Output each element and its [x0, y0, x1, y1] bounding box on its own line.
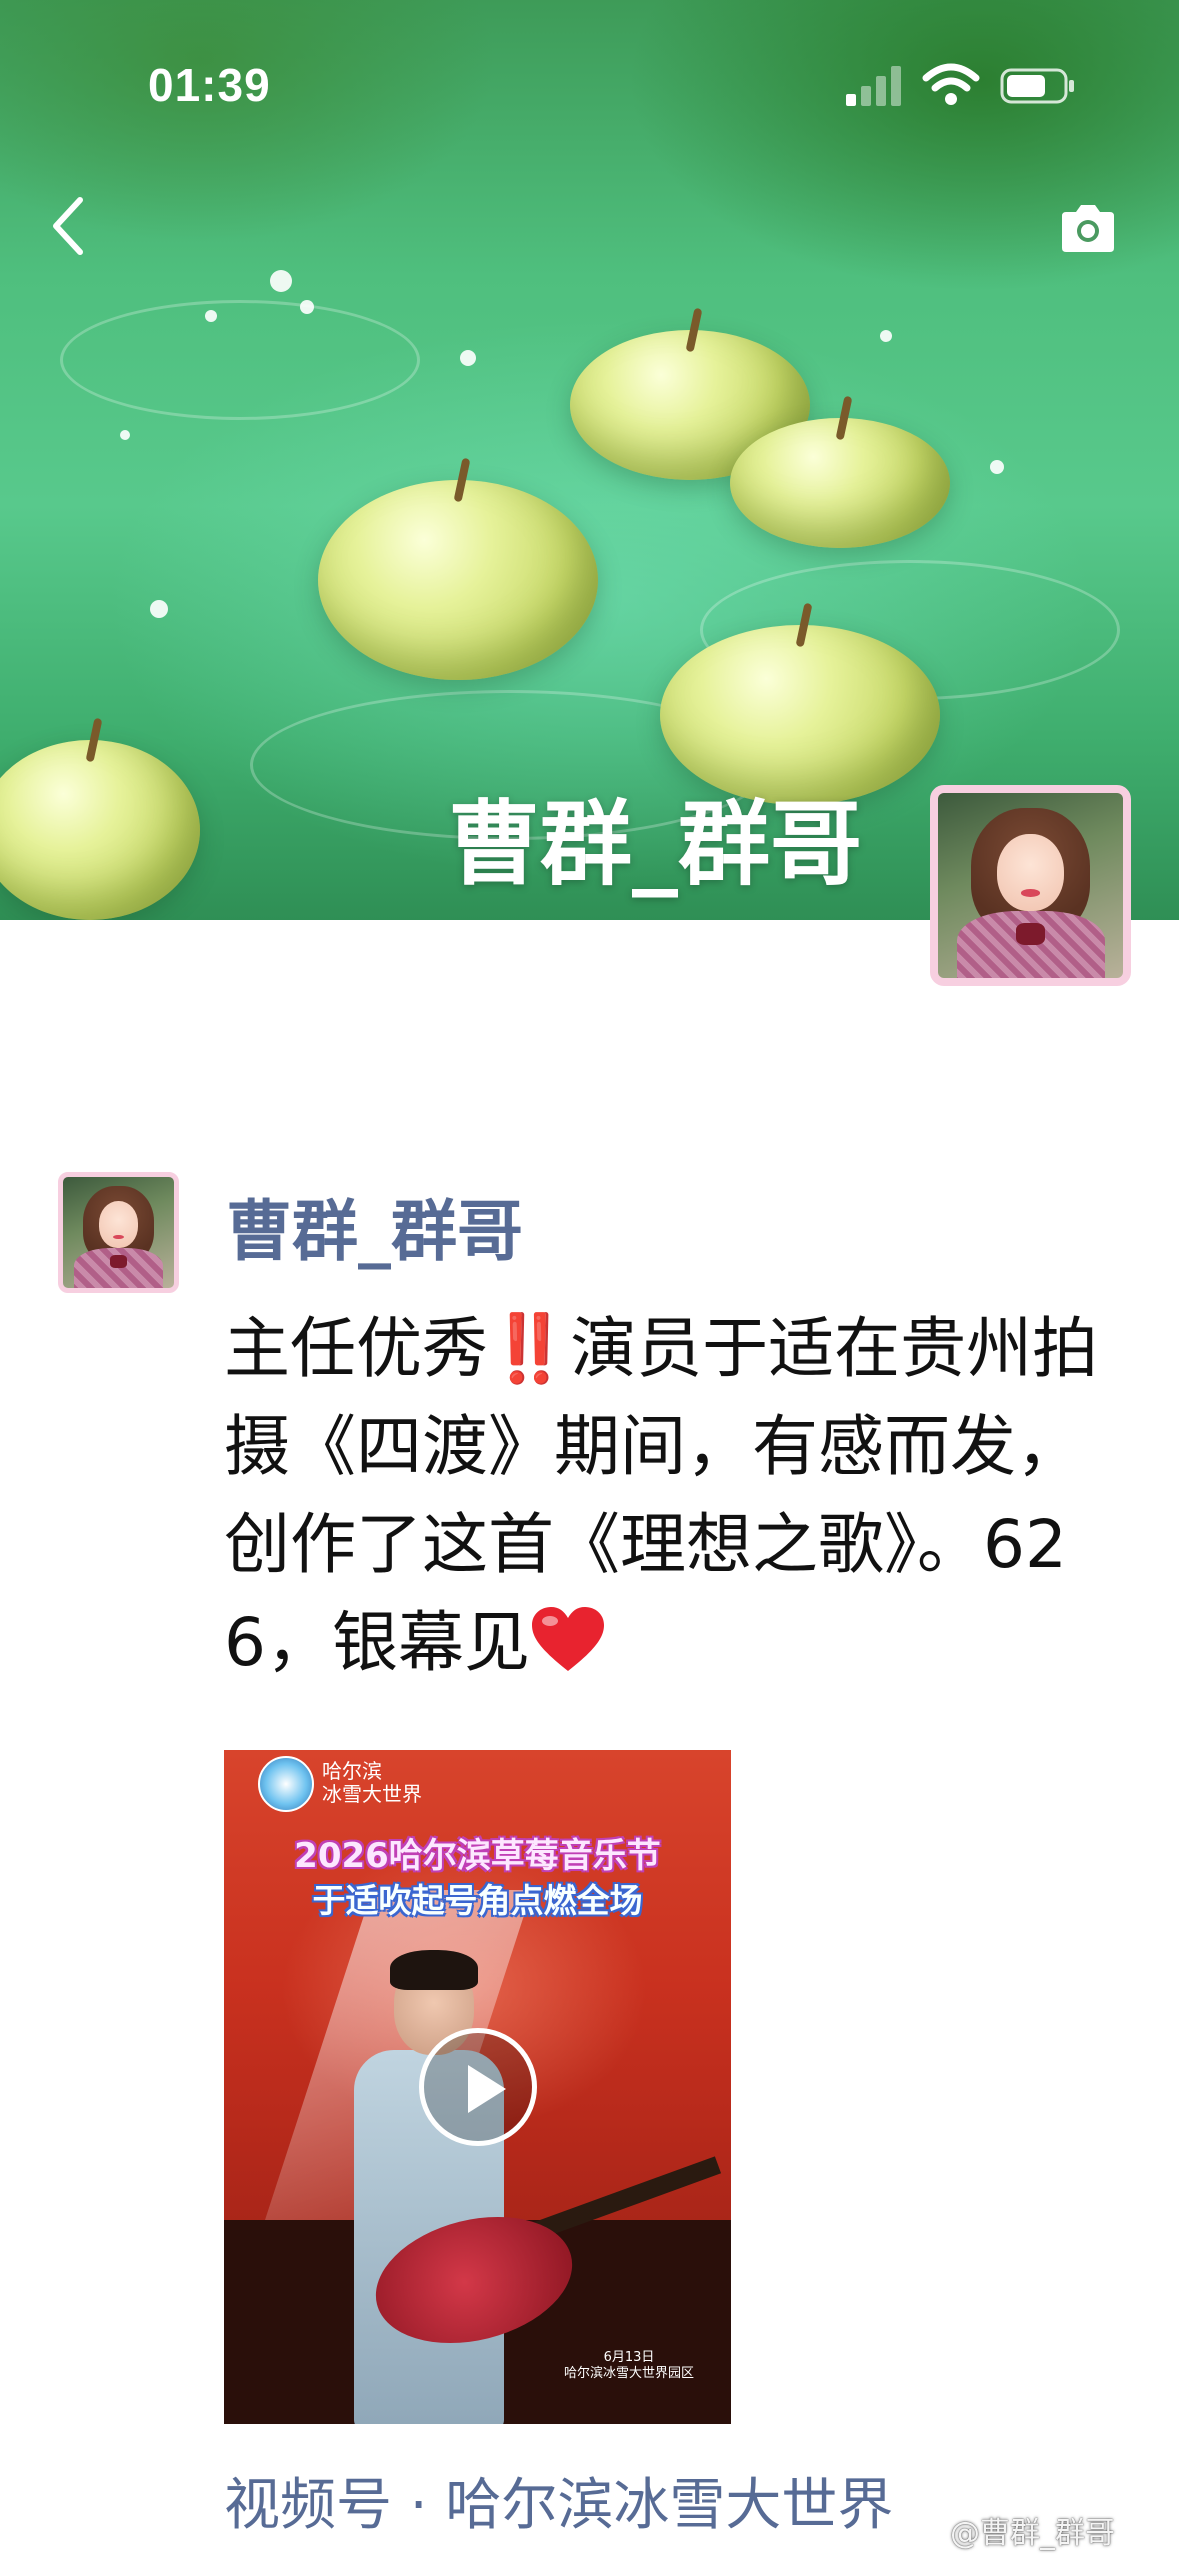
video-headline-line1: 2026哈尔滨草莓音乐节 [294, 1836, 661, 1876]
heart-emoji-icon [532, 1607, 604, 1671]
video-source-link[interactable]: 视频号 · 哈尔滨冰雪大世界 [224, 2460, 893, 2541]
watermark: @曹群_群哥 [950, 2516, 1115, 2551]
water-sparkle [880, 330, 892, 342]
post-avatar[interactable] [58, 1172, 179, 1293]
video-date-text: 6月13日 哈尔滨冰雪大世界园区 [564, 2350, 694, 2382]
camera-icon[interactable] [1056, 202, 1120, 254]
wifi-icon [922, 63, 980, 105]
apple [0, 717, 200, 920]
cover-image[interactable]: 01:39 曹群_群哥 [0, 0, 1179, 920]
exclaim-emoji: ‼️ [488, 1310, 571, 1387]
festival-logo [258, 1756, 314, 1812]
profile-avatar[interactable] [930, 785, 1131, 986]
water-sparkle [205, 310, 217, 322]
water-sparkle [300, 300, 314, 314]
water-sparkle [150, 600, 168, 618]
water-sparkle [460, 350, 476, 366]
video-date-line1: 6月13日 [603, 2350, 655, 2365]
water-ripple [60, 300, 420, 420]
moments-page: 01:39 曹群_群哥 曹群_群哥 主任优秀‼️演员于适在贵州拍摄《四渡》期间，… [0, 0, 1179, 2556]
video-headline-line2: 于适吹起号角点燃全场 [312, 1881, 643, 1920]
signal-icon [846, 64, 906, 106]
battery-icon [1000, 68, 1074, 104]
logo-text: 哈尔滨 冰雪大世界 [322, 1760, 422, 1806]
cover-name: 曹群_群哥 [448, 791, 863, 898]
post-text-part1: 主任优秀 [224, 1310, 488, 1387]
logo-text-line2: 冰雪大世界 [322, 1782, 422, 1806]
status-time: 01:39 [148, 59, 271, 111]
play-button[interactable] [419, 2028, 537, 2146]
performer-hair [390, 1950, 478, 1990]
water-sparkle [120, 430, 130, 440]
post-username[interactable]: 曹群_群哥 [226, 1178, 523, 1274]
play-icon [468, 2065, 506, 2113]
video-thumbnail[interactable]: 哈尔滨 冰雪大世界 2026哈尔滨草莓音乐节 于适吹起号角点燃全场 6月13日 … [224, 1750, 731, 2424]
water-sparkle [270, 270, 292, 292]
back-button[interactable] [40, 190, 100, 262]
post-text: 主任优秀‼️演员于适在贵州拍摄《四渡》期间，有感而发，创作了这首《理想之歌》。6… [224, 1300, 1129, 1692]
apple [730, 395, 950, 548]
video-date-line2: 哈尔滨冰雪大世界园区 [564, 2366, 695, 2381]
apple [318, 457, 598, 680]
status-bar: 01:39 [0, 0, 1179, 150]
logo-text-line1: 哈尔滨 [322, 1759, 382, 1783]
water-sparkle [990, 460, 1004, 474]
